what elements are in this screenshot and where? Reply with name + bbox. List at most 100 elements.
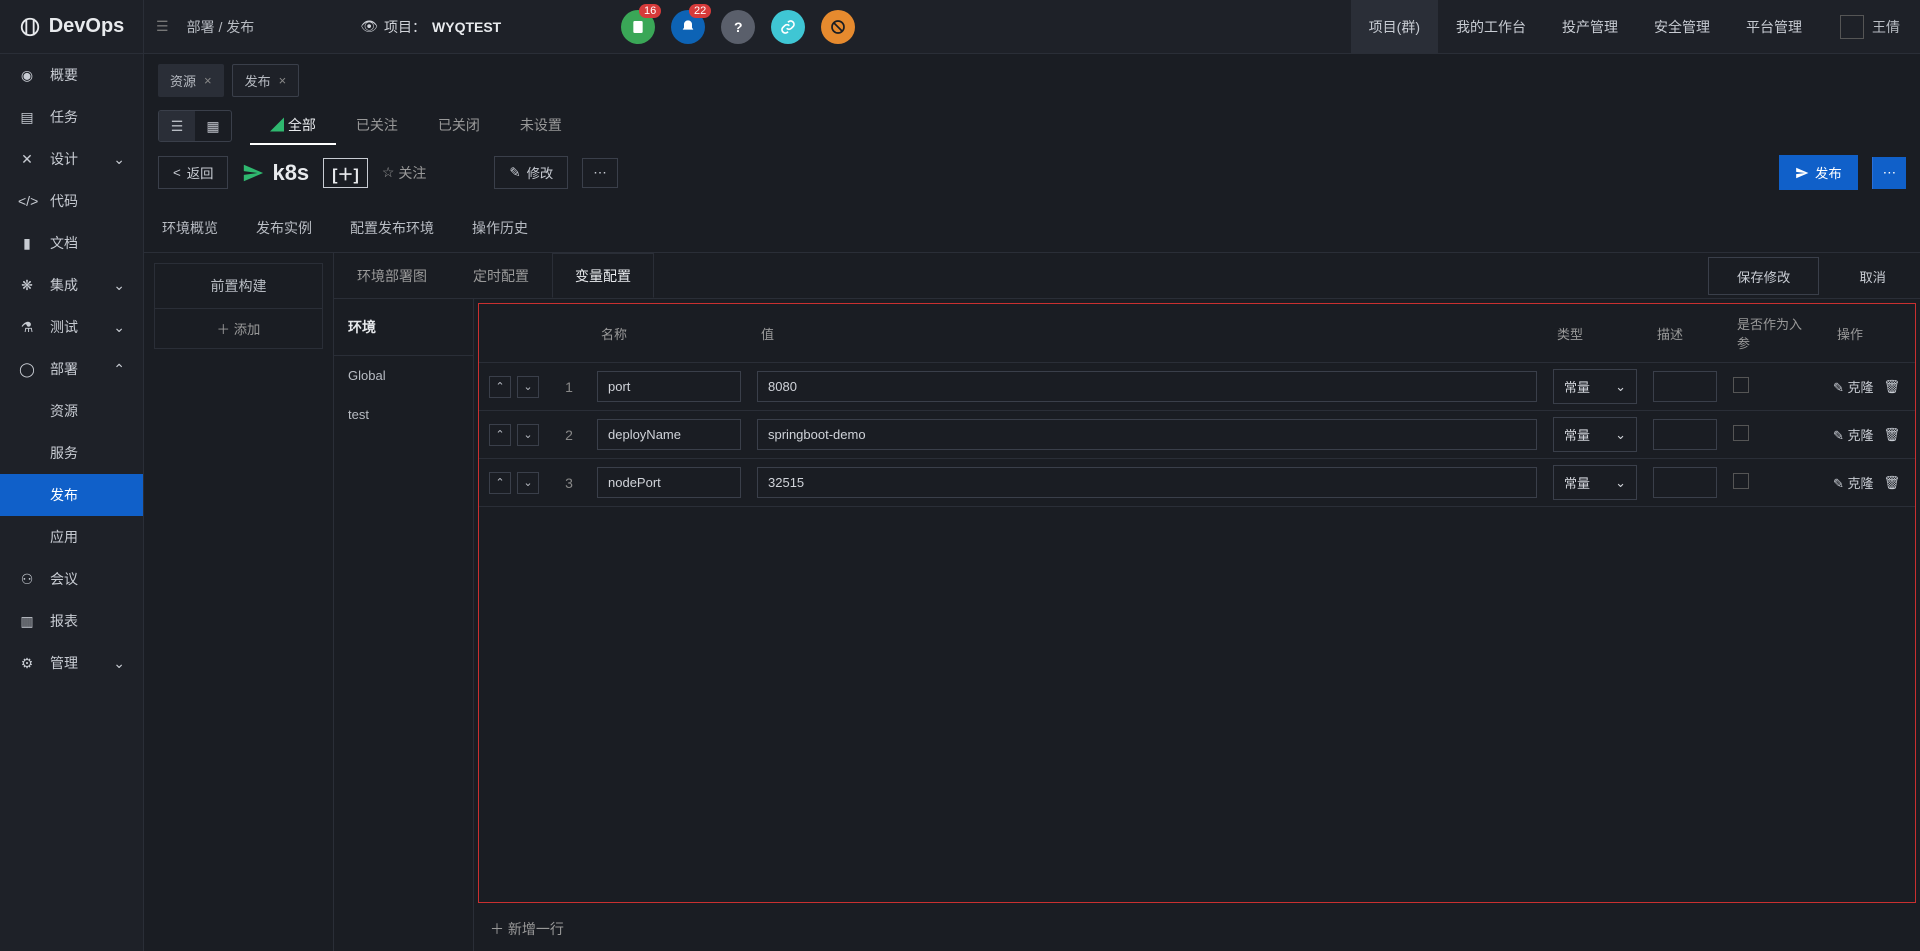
asinput-checkbox[interactable] [1733,473,1749,489]
nav-integrate[interactable]: ❋集成⌄ [0,264,143,306]
user-menu[interactable]: 王倩 [1820,15,1920,39]
type-select[interactable]: 常量⌄ [1553,465,1637,500]
move-up-icon[interactable]: ⌃ [489,472,511,494]
value-input[interactable] [757,371,1537,402]
project-selector[interactable]: 👁 项目： WYQTEST [360,17,501,37]
nav-platform[interactable]: 平台管理 [1728,0,1820,53]
meeting-icon: ⚇ [18,571,36,588]
desc-input[interactable] [1653,419,1717,450]
subnav-env-overview[interactable]: 环境概览 [158,210,222,252]
config-tab-variables[interactable]: 变量配置 [552,253,654,298]
publish-button[interactable]: 发布 [1779,155,1858,190]
value-input[interactable] [757,419,1537,450]
back-button[interactable]: < 返回 [158,156,228,189]
asinput-checkbox[interactable] [1733,425,1749,441]
nav-design[interactable]: ✕设计⌄ [0,138,143,180]
nav-task[interactable]: ▤任务 [0,96,143,138]
logo[interactable]: DevOps [0,0,144,53]
add-prebuild-button[interactable]: ＋ 添加 [154,308,323,349]
table-row: ⌃⌄2常量⌄✎ 克隆🗑 [479,411,1915,459]
nav-resource[interactable]: 资源 [0,390,143,432]
nav-manage[interactable]: ⚙管理⌄ [0,642,143,684]
nav-deploy[interactable]: ◯部署⌃ [0,348,143,390]
menu-icon[interactable]: ☰ [144,18,181,35]
report-icon: ▥ [18,613,36,630]
nav-project-group[interactable]: 项目(群) [1351,0,1438,53]
close-icon[interactable]: × [204,73,212,88]
delete-icon[interactable]: 🗑 [1884,427,1901,443]
nav-code[interactable]: </>代码 [0,180,143,222]
list-view-icon[interactable]: ☰ [159,111,195,141]
nav-meeting[interactable]: ⚇会议 [0,558,143,600]
bell-icon[interactable]: 22 [671,10,705,44]
dashboard-icon: ◉ [18,67,36,84]
nav-doc[interactable]: ▮文档 [0,222,143,264]
value-input[interactable] [757,467,1537,498]
tab-publish[interactable]: 发布× [232,64,300,97]
more-button[interactable]: ⋯ [582,158,617,188]
clone-button[interactable]: ✎ 克隆 [1833,377,1874,396]
delete-icon[interactable]: 🗑 [1884,475,1901,491]
nav-workbench[interactable]: 我的工作台 [1438,0,1544,53]
edit-button[interactable]: ✎ 修改 [494,156,568,189]
clone-button[interactable]: ✎ 克隆 [1833,473,1874,492]
name-input[interactable] [597,371,741,402]
chevron-down-icon: ⌄ [1615,379,1626,395]
asinput-checkbox[interactable] [1733,377,1749,393]
move-up-icon[interactable]: ⌃ [489,376,511,398]
type-select[interactable]: 常量⌄ [1553,369,1637,404]
move-down-icon[interactable]: ⌄ [517,376,539,398]
move-down-icon[interactable]: ⌄ [517,424,539,446]
delete-icon[interactable]: 🗑 [1884,379,1901,395]
subnav-config-env[interactable]: 配置发布环境 [346,210,438,252]
breadcrumb-a[interactable]: 部署 [187,19,215,35]
add-button[interactable]: [＋] [323,158,368,188]
subnav-history[interactable]: 操作历史 [468,210,532,252]
grid-view-icon[interactable]: ▦ [195,111,231,141]
nav-production[interactable]: 投产管理 [1544,0,1636,53]
star-button[interactable]: ☆ 关注 [382,163,427,183]
add-new-row-button[interactable]: ＋ 新增一行 [474,907,1920,951]
config-tab-deploy-graph[interactable]: 环境部署图 [334,253,450,298]
nav-test[interactable]: ⚗测试⌄ [0,306,143,348]
breadcrumb-b[interactable]: 发布 [226,19,254,35]
help-icon[interactable]: ? [721,10,755,44]
nav-overview[interactable]: ◉概要 [0,54,143,96]
link-icon[interactable] [771,10,805,44]
config-actions: 保存修改 取消 [1702,253,1920,298]
filter-all[interactable]: ◢ 全部 [250,107,336,145]
nav-publish[interactable]: 发布 [0,474,143,516]
cancel-button[interactable]: 取消 [1831,257,1914,295]
name-input[interactable] [597,419,741,450]
doc-icon[interactable]: 16 [621,10,655,44]
close-icon[interactable]: × [279,73,287,88]
block-icon[interactable] [821,10,855,44]
save-button[interactable]: 保存修改 [1708,257,1819,295]
move-up-icon[interactable]: ⌃ [489,424,511,446]
nav-service[interactable]: 服务 [0,432,143,474]
chevron-down-icon: ⌄ [1615,427,1626,443]
filter-unset[interactable]: 未设置 [500,107,582,145]
env-global[interactable]: Global [334,356,473,395]
env-test[interactable]: test [334,395,473,434]
desc-input[interactable] [1653,371,1717,402]
main: 资源× 发布× ☰ ▦ ◢ 全部 已关注 已关闭 未设置 < 返回 k8s [＋… [144,54,1920,951]
variable-table: 名称 值 类型 描述 是否作为入参 操作 ⌃⌄1常量⌄✎ 克隆🗑⌃⌄2常量⌄✎ … [479,304,1915,507]
config-tab-schedule[interactable]: 定时配置 [450,253,552,298]
publish-more-button[interactable]: ⋯ [1872,157,1906,189]
desc-input[interactable] [1653,467,1717,498]
filter-closed[interactable]: 已关闭 [418,107,500,145]
nav-security[interactable]: 安全管理 [1636,0,1728,53]
th-type: 类型 [1545,304,1645,363]
clone-button[interactable]: ✎ 克隆 [1833,425,1874,444]
bell-badge: 22 [689,4,711,18]
tab-resource[interactable]: 资源× [158,64,224,97]
move-down-icon[interactable]: ⌄ [517,472,539,494]
nav-report[interactable]: ▥报表 [0,600,143,642]
row-index: 1 [549,363,589,411]
nav-app[interactable]: 应用 [0,516,143,558]
name-input[interactable] [597,467,741,498]
subnav-instance[interactable]: 发布实例 [252,210,316,252]
type-select[interactable]: 常量⌄ [1553,417,1637,452]
filter-followed[interactable]: 已关注 [336,107,418,145]
